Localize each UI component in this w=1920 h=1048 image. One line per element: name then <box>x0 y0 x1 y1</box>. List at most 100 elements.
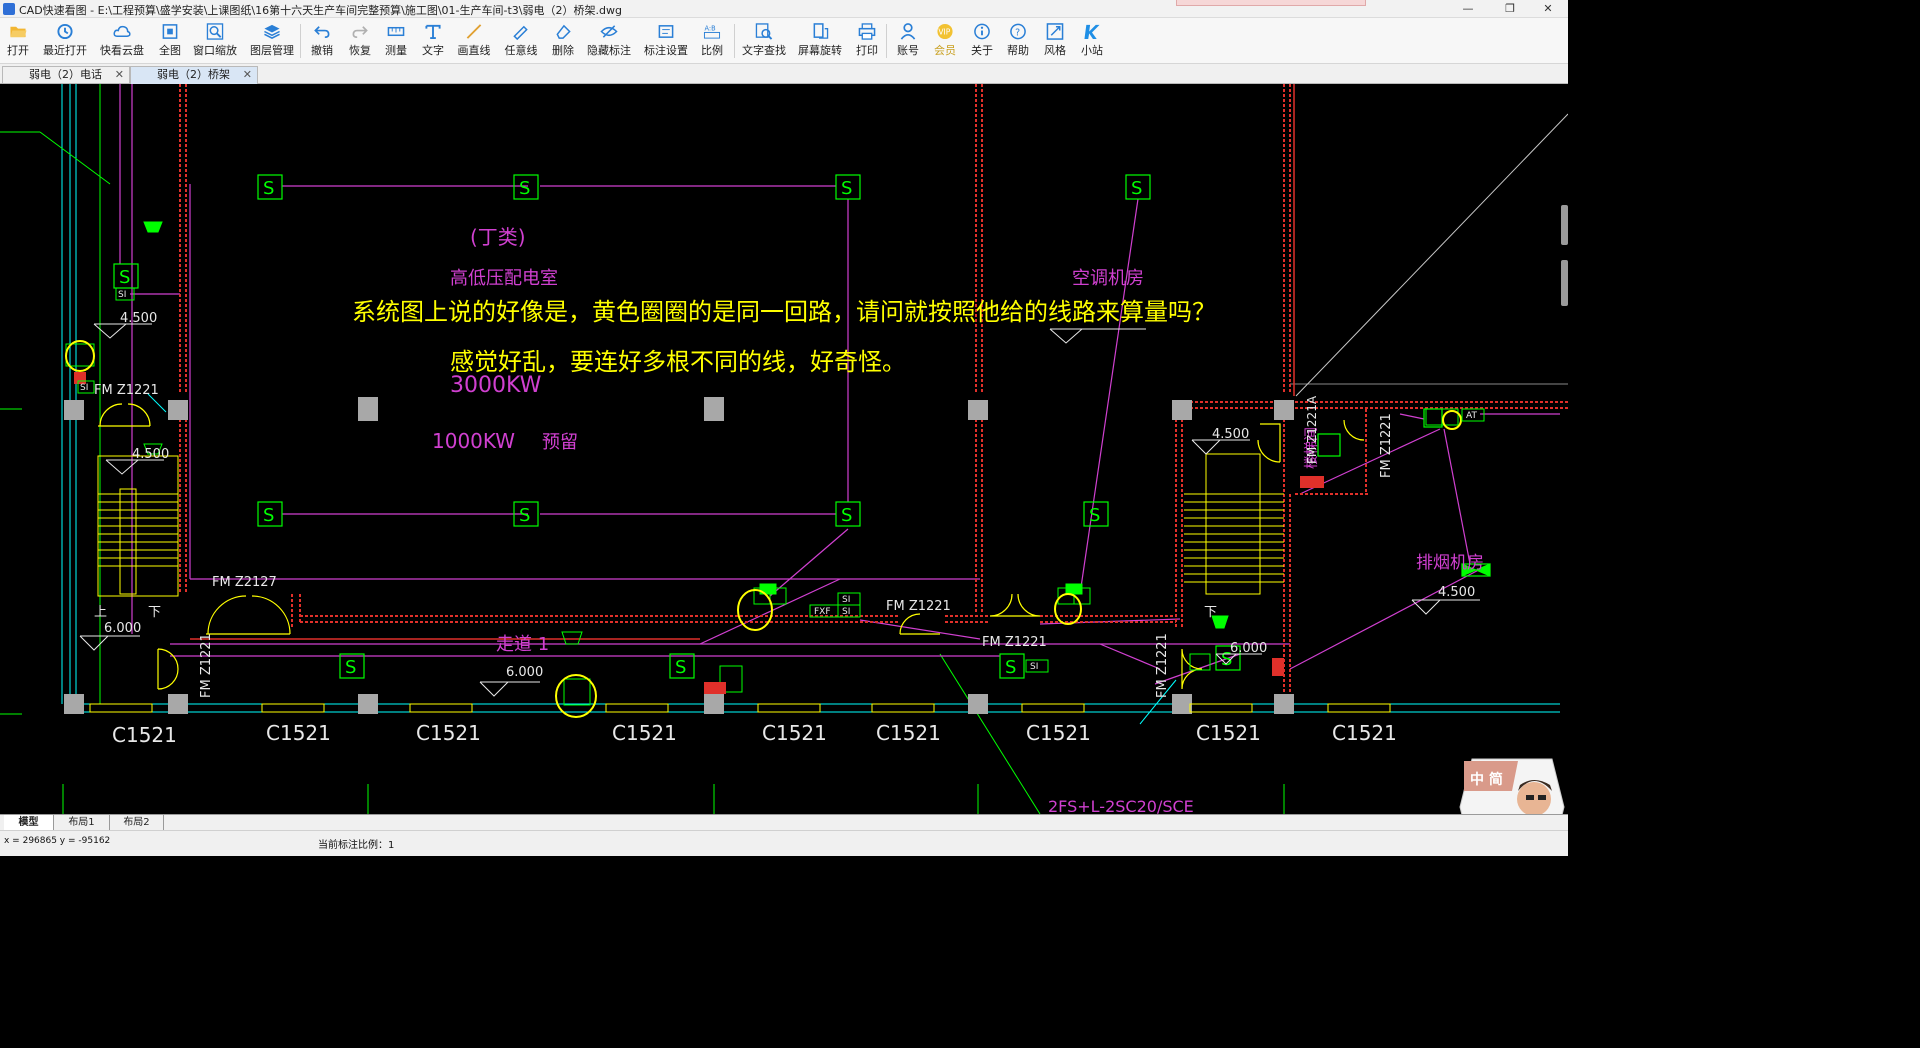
annotation-settings-icon <box>658 25 674 38</box>
device-tag: AT <box>1466 411 1477 421</box>
cad-drawing[interactable]: SSSS SSSS SS S S S (丁类) 高低压配电室 3000KW 10… <box>0 84 1568 814</box>
svg-text:S: S <box>345 657 356 678</box>
toolbar-separator <box>300 24 301 58</box>
toolbar-button-3[interactable]: 快看云盘 <box>95 21 149 61</box>
elevation-label: 4.500 <box>1438 585 1475 600</box>
help-icon: ? <box>1010 23 1026 40</box>
svg-text:S: S <box>263 505 274 526</box>
toolbar-button-2[interactable]: 最近打开 <box>38 21 92 61</box>
toolbar-button-label: 最近打开 <box>43 44 87 57</box>
toolbar-button-label: 图层管理 <box>250 44 294 57</box>
toolbar-button-label: 隐藏标注 <box>587 44 631 57</box>
close-icon[interactable]: ✕ <box>115 67 124 83</box>
cable-spec-label: 2FS+L-2SC20/SCE <box>1048 797 1194 814</box>
doors <box>98 403 1365 690</box>
scroll-handle[interactable] <box>1561 205 1568 245</box>
svg-text:S: S <box>675 657 686 678</box>
toolbar-button-6[interactable]: 图层管理 <box>245 21 299 61</box>
text-icon <box>425 24 441 40</box>
elevation-label: 4.500 <box>132 447 169 462</box>
toolbar-button-16[interactable]: A:B 比例 <box>685 21 739 61</box>
svg-text:S: S <box>263 178 274 199</box>
toolbar-separator <box>886 24 887 58</box>
line-icon <box>466 24 482 39</box>
tab-phone[interactable]: 弱电（2）电话 ✕ <box>2 66 130 84</box>
info-icon <box>974 23 990 40</box>
red-blocks <box>74 372 1324 694</box>
tab-layout-2[interactable]: 布局2 <box>110 815 164 830</box>
folder-open-icon <box>10 26 27 38</box>
svg-text:A:B: A:B <box>704 25 716 33</box>
window-label: C1521 <box>876 721 941 745</box>
toolbar-button-17[interactable]: 文字查找 <box>737 21 791 61</box>
toolbar-button-14[interactable]: 隐藏标注 <box>582 21 636 61</box>
avatar-label: 中 简 <box>1470 772 1503 788</box>
window-title: CAD快速看图 - E:\工程预算\盛学安装\上课图纸\16第十六天生产车间完整… <box>19 4 622 17</box>
tab-layout-1[interactable]: 布局1 <box>54 815 110 830</box>
toolbar-button-11[interactable]: 画直线 <box>447 21 501 61</box>
rotate-screen-icon <box>813 23 829 39</box>
svg-text:S: S <box>1131 178 1142 199</box>
layout-tabs: 模型 布局1 布局2 <box>0 814 1568 830</box>
close-icon[interactable]: ✕ <box>243 67 252 83</box>
svg-text:S: S <box>519 178 530 199</box>
svg-text:S: S <box>841 505 852 526</box>
stairs-left <box>97 455 179 597</box>
window-label: C1521 <box>266 721 331 745</box>
svg-text:S: S <box>1089 505 1100 526</box>
close-button[interactable]: ✕ <box>1528 0 1568 18</box>
device-tag: SI <box>118 290 126 300</box>
stair-down-label: 下 <box>1204 605 1217 620</box>
device-tag: SI <box>842 607 850 617</box>
notification-strip <box>1176 0 1366 6</box>
door-label: FM Z1221 <box>886 599 951 614</box>
door-label: FM Z1221 <box>1379 413 1394 478</box>
room-class-label: (丁类) <box>470 225 526 249</box>
svg-text:S: S <box>841 178 852 199</box>
door-label: FM Z2127 <box>212 575 277 590</box>
door-label: FM Z1221 <box>982 635 1047 650</box>
cloud-icon <box>113 25 131 37</box>
zoom-window-icon <box>206 23 224 40</box>
style-icon <box>1046 23 1064 40</box>
window-label: C1521 <box>762 721 827 745</box>
eraser-icon <box>556 24 571 39</box>
text-search-icon <box>755 23 773 40</box>
drawing-canvas[interactable]: SSSS SSSS SSSS S (丁类) 高低压配电室 3000KW 1000… <box>0 84 1568 814</box>
cursor-coordinates: x = 296865 y = -95162 <box>4 836 111 846</box>
toolbar-button-label: 画直线 <box>457 44 491 57</box>
minimize-button[interactable]: — <box>1448 0 1488 18</box>
annotation-scale: 当前标注比例：1 <box>318 840 395 851</box>
toolbar-button-label: 比例 <box>701 44 723 57</box>
elevation-label: 6.000 <box>104 621 141 636</box>
toolbar-button-label: 文字查找 <box>742 44 786 57</box>
annotation-line-1: 系统图上说的好像是，黄色圈圈的是同一回路，请问就按照他给的线路来算量吗？ <box>352 298 1216 326</box>
door-label: FM Z1221A <box>1305 395 1319 464</box>
title-bar: CAD快速看图 - E:\工程预算\盛学安装\上课图纸\16第十六天生产车间完整… <box>0 0 1568 18</box>
room-name-corridor: 走道 1 <box>496 634 549 655</box>
device-tag: SI <box>80 383 88 393</box>
floating-avatar-widget[interactable]: 中 简 <box>1458 757 1566 814</box>
restore-button[interactable]: ❐ <box>1490 0 1530 18</box>
undo-icon <box>314 26 330 39</box>
toolbar-button-5[interactable]: 窗口缩放 <box>188 21 242 61</box>
tab-label: 弱电（2）电话 <box>29 68 102 81</box>
scroll-handle[interactable] <box>1561 260 1568 306</box>
elevation-label: 4.500 <box>120 311 157 326</box>
fit-all-icon <box>162 24 178 39</box>
window-label: C1521 <box>1332 721 1397 745</box>
window-label: C1521 <box>1196 721 1261 745</box>
printer-icon <box>858 23 876 40</box>
tab-model[interactable]: 模型 <box>4 815 54 830</box>
tab-tray[interactable]: 弱电（2）桥架 ✕ <box>130 66 258 84</box>
toolbar-button-18[interactable]: 屏幕旋转 <box>793 21 847 61</box>
capacity-1000: 1000KW <box>432 429 515 453</box>
window-label: C1521 <box>416 721 481 745</box>
toolbar-button-25[interactable]: 小站 <box>1065 21 1119 61</box>
vip-icon: VIP <box>937 23 953 40</box>
cyan-guide-lines <box>61 84 1568 713</box>
user-icon <box>900 23 916 40</box>
window-label: C1521 <box>612 721 677 745</box>
stair-up-label: 上 <box>94 605 107 620</box>
document-tabs: 弱电（2）电话 ✕ 弱电（2）桥架 ✕ <box>0 64 1568 84</box>
